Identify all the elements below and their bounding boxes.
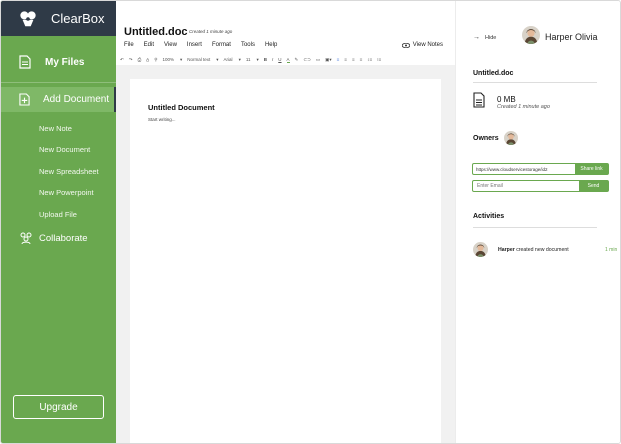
share-link-input[interactable]: https://www.cloudservicestorage/id2 [473, 164, 575, 174]
view-notes-button[interactable]: View Notes [401, 42, 443, 48]
link-icon[interactable]: ⊂⊃ [303, 57, 311, 63]
chevron-down-icon: ▾ [180, 56, 183, 62]
menu-insert[interactable]: Insert [187, 42, 202, 48]
activity-user: Harper [498, 247, 515, 253]
activities-label: Activities [473, 213, 505, 220]
sub-item-new-note[interactable]: New Note [39, 124, 116, 133]
bold-icon[interactable]: B [264, 57, 267, 62]
chevron-down-icon: ▾ [238, 56, 241, 62]
highlight-icon[interactable]: ✎ [295, 57, 299, 63]
font-size-select[interactable]: 11 [246, 57, 251, 62]
owners-label: Owners [473, 135, 499, 142]
app-name: ClearBox [51, 11, 105, 26]
menu-edit[interactable]: Edit [144, 42, 154, 48]
undo-icon[interactable]: ↶ [120, 57, 124, 63]
nav-add-document-label: Add Document [43, 94, 110, 105]
document-created: Created 1 minute ago [189, 29, 233, 34]
chevron-down-icon: ▾ [216, 56, 219, 62]
bullet-list-icon[interactable]: ⁝≡ [377, 57, 381, 63]
font-select[interactable]: Arial [224, 57, 233, 62]
text-color-icon[interactable]: A [286, 57, 290, 63]
clearbox-logo-icon [19, 10, 37, 28]
people-icon [20, 232, 32, 244]
view-notes-label: View Notes [412, 42, 443, 48]
sub-item-new-powerpoint[interactable]: New Powerpoint [39, 188, 116, 197]
logo-bar[interactable]: ClearBox [1, 1, 116, 36]
align-left-icon[interactable]: ≡ [337, 57, 340, 62]
menu-tools[interactable]: Tools [241, 42, 255, 48]
menu-view[interactable]: View [164, 42, 177, 48]
menu-help[interactable]: Help [265, 42, 277, 48]
file-created: Created 1 minute ago [497, 104, 550, 110]
zoom-select[interactable]: 100% [162, 57, 174, 62]
invite-email-box: Enter Email Send [472, 180, 609, 192]
sidebar: ClearBox My Files Add Document New Note … [1, 1, 116, 443]
hide-label: Hide [485, 34, 497, 41]
redo-icon[interactable]: ↷ [129, 57, 133, 63]
sub-item-new-spreadsheet[interactable]: New Spreadsheet [39, 167, 116, 176]
email-field[interactable]: Enter Email [473, 181, 579, 191]
line-spacing-icon[interactable]: ↕≡ [367, 57, 372, 62]
spellcheck-icon[interactable]: A̲ [146, 57, 149, 62]
document-title[interactable]: Untitled.doc [124, 26, 188, 38]
document-page[interactable]: Untitled Document Start writing... [130, 79, 441, 443]
menu-format[interactable]: Format [212, 42, 231, 48]
nav-collaborate-label: Collaborate [39, 232, 88, 244]
underline-icon[interactable]: U [278, 57, 281, 62]
app-window: ClearBox My Files Add Document New Note … [0, 0, 621, 444]
comment-icon[interactable]: ▭ [316, 57, 320, 63]
paint-format-icon[interactable]: ⚲ [154, 57, 157, 63]
activity-avatar [473, 242, 488, 257]
owner-avatar[interactable] [504, 131, 518, 145]
activity-action: created new document [516, 247, 569, 253]
panel-document-title: Untitled.doc [473, 70, 514, 77]
chevron-down-icon: ▾ [256, 56, 259, 62]
format-toolbar: ↶ ↷ ⎙ A̲ ⚲ 100% ▾ Normal text ▾ Arial ▾ … [120, 55, 386, 64]
upgrade-button[interactable]: Upgrade [13, 395, 104, 419]
divider [473, 227, 597, 228]
align-justify-icon[interactable]: ≡ [360, 57, 363, 62]
sub-item-upload-file[interactable]: Upload File [39, 210, 116, 219]
avatar[interactable] [522, 26, 540, 44]
activity-text: Harper created new document [498, 247, 569, 253]
sub-item-new-document[interactable]: New Document [39, 145, 116, 154]
hide-panel-button[interactable]: → Hide [473, 34, 496, 41]
nav-my-files[interactable]: My Files [1, 47, 116, 77]
italic-icon[interactable]: I [272, 57, 273, 62]
editor-canvas: Untitled Document Start writing... [116, 65, 455, 443]
user-name[interactable]: Harper Olivia [545, 32, 598, 42]
nav-my-files-label: My Files [45, 56, 85, 68]
print-icon[interactable]: ⎙ [138, 57, 142, 62]
share-link-box: https://www.cloudservicestorage/id2 Shar… [472, 163, 609, 175]
page-title[interactable]: Untitled Document [148, 103, 215, 112]
nav-collaborate[interactable]: Collaborate [19, 232, 88, 244]
eye-icon [401, 42, 410, 48]
sidebar-divider [1, 82, 116, 83]
editor-header: Untitled.doc Created 1 minute ago File E… [116, 1, 455, 65]
image-icon[interactable]: ▣▾ [325, 57, 332, 63]
send-button[interactable]: Send [579, 181, 608, 191]
align-center-icon[interactable]: ≡ [344, 57, 347, 62]
arrow-right-icon: → [473, 34, 480, 41]
add-document-icon [19, 93, 30, 106]
divider [473, 82, 597, 83]
share-link-button[interactable]: Share link [575, 164, 608, 174]
style-select[interactable]: Normal text [187, 57, 210, 62]
align-right-icon[interactable]: ≡ [352, 57, 355, 62]
activity-time: 1 min [605, 247, 618, 253]
nav-add-document[interactable]: Add Document [1, 87, 116, 112]
document-icon [19, 55, 31, 69]
page-body[interactable]: Start writing... [148, 117, 176, 122]
menu-bar: File Edit View Insert Format Tools Help [124, 42, 287, 48]
file-size: 0 MB [497, 95, 516, 104]
file-icon [473, 92, 485, 108]
menu-file[interactable]: File [124, 42, 134, 48]
details-panel: → Hide Harper Olivia Untitled.doc 0 MB C… [455, 1, 620, 443]
